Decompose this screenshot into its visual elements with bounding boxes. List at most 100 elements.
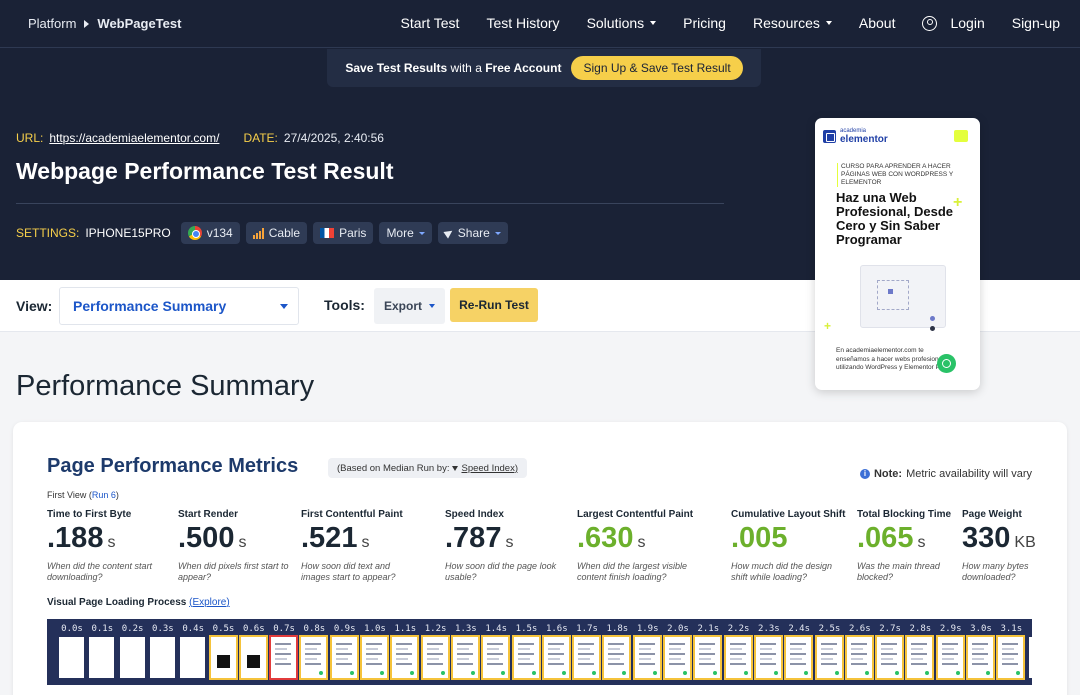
filmstrip-frame[interactable]: 0.5s xyxy=(208,619,239,685)
availability-note: i Note: Metric availability will vary xyxy=(859,468,1032,480)
nav-about[interactable]: About xyxy=(859,15,896,31)
filmstrip-frame[interactable]: 2.0s xyxy=(663,619,693,685)
frame-time: 3.0s xyxy=(970,624,992,634)
user-icon[interactable] xyxy=(922,15,938,31)
filmstrip-frame[interactable]: 1.4s xyxy=(481,619,511,685)
frame-dot xyxy=(652,671,657,675)
ad-card[interactable]: academia elementor CURSO PARA APRENDER A … xyxy=(815,118,980,390)
nav-login[interactable]: Login xyxy=(950,15,984,31)
filmstrip-frame[interactable]: 0.1s xyxy=(87,619,117,685)
frame-time: 2.1s xyxy=(697,624,720,634)
filmstrip-frame[interactable]: 2.8s xyxy=(905,619,935,685)
filmstrip-frame[interactable]: 0.7s xyxy=(269,619,299,685)
filmstrip-frame[interactable]: 0.8s xyxy=(299,619,329,685)
frame-line xyxy=(578,648,591,650)
settings-label: SETTINGS: xyxy=(16,226,80,240)
frame-block xyxy=(246,655,260,668)
filmstrip-frame[interactable]: 2.2s xyxy=(723,619,754,685)
filmstrip-frame[interactable]: 2.5s xyxy=(814,619,845,685)
frame-dot xyxy=(864,671,869,675)
explore-link[interactable]: Explore xyxy=(192,597,226,608)
frame-time: 1.5s xyxy=(515,624,538,634)
frame-line xyxy=(547,653,564,655)
academia-logo-icon xyxy=(823,130,836,143)
filmstrip-frame[interactable]: 2.7s xyxy=(875,619,905,685)
frame-time: 0.6s xyxy=(242,624,265,634)
metric-value: .065 s xyxy=(857,522,926,554)
connection-chip: Cable xyxy=(245,222,308,244)
decor-dot xyxy=(930,326,935,331)
first-view-label: First View (Run 6) xyxy=(47,490,119,500)
frame-line xyxy=(426,648,439,650)
more-button[interactable]: More xyxy=(379,222,432,244)
nav-start-test[interactable]: Start Test xyxy=(401,15,460,31)
filmstrip-frame[interactable]: 2.6s xyxy=(844,619,875,685)
frame-line xyxy=(699,658,712,660)
nav-resources-label: Resources xyxy=(752,15,820,31)
nav-solutions[interactable]: Solutions xyxy=(587,15,657,31)
filmstrip-frame[interactable]: 2.4s xyxy=(784,619,814,685)
filmstrip-frame[interactable]: 0.9s xyxy=(329,619,360,685)
filmstrip-frame[interactable]: 1.9s xyxy=(632,619,663,685)
filmstrip-frame[interactable]: 1.1s xyxy=(390,619,420,685)
frame-time: 1.9s xyxy=(636,624,659,634)
filmstrip-frame[interactable]: 0.4s xyxy=(178,619,208,685)
filmstrip-frame[interactable]: 0.2s xyxy=(118,619,148,685)
nav-pricing[interactable]: Pricing xyxy=(683,15,726,31)
view-select[interactable]: Performance Summary xyxy=(59,287,299,325)
frame-line xyxy=(305,658,318,660)
filmstrip-frame[interactable]: 2.1s xyxy=(693,619,723,685)
frame-line xyxy=(335,643,352,645)
frame-line xyxy=(335,663,352,665)
frame-time: 2.0s xyxy=(667,624,689,634)
metric-description: Was the main thread blocked? xyxy=(857,561,940,582)
metric-name: First Contentful Paint xyxy=(301,509,403,520)
filmstrip-frame[interactable]: 2.9s xyxy=(935,619,966,685)
filmstrip-frame[interactable]: 1.3s xyxy=(450,619,481,685)
frame-line xyxy=(517,653,534,655)
export-button[interactable]: Export xyxy=(374,288,445,324)
result-meta: URL: https://academiaelementor.com/ DATE… xyxy=(16,131,384,145)
frame-line xyxy=(547,663,564,665)
filmstrip-frame[interactable]: 0.3s xyxy=(148,619,178,685)
filmstrip-frame[interactable]: 0.6s xyxy=(238,619,269,685)
nav-test-history[interactable]: Test History xyxy=(486,15,559,31)
test-date: 27/4/2025, 2:40:56 xyxy=(283,131,384,145)
share-button[interactable]: Share xyxy=(437,222,508,244)
median-run-selector[interactable]: (Based on Median Run by: Speed Index) xyxy=(328,458,527,478)
frame-time: 1.0s xyxy=(364,624,386,634)
ad-logo: academia elementor xyxy=(823,128,888,145)
metric-description: When did the largest visible content fin… xyxy=(577,561,688,582)
filmstrip-frame[interactable]: 1.5s xyxy=(511,619,542,685)
filmstrip-frame[interactable]: 1.7s xyxy=(572,619,602,685)
filmstrip-frame[interactable]: 1.0s xyxy=(360,619,390,685)
filmstrip-frame[interactable]: 1.6s xyxy=(541,619,572,685)
send-icon xyxy=(443,227,455,239)
hamburger-menu-icon xyxy=(954,130,968,142)
metric-value: .787 s xyxy=(445,522,514,554)
filmstrip-frame[interactable]: 1.8s xyxy=(602,619,632,685)
test-location: Paris xyxy=(339,226,367,240)
filmstrip-frame[interactable]: 1.2s xyxy=(420,619,451,685)
ad-headline: Haz una Web Profesional, Desde Cero y Si… xyxy=(836,190,954,247)
median-metric-link[interactable]: Speed Index) xyxy=(461,463,518,474)
frame-line xyxy=(456,648,469,650)
filmstrip-frame[interactable]: 3.1s xyxy=(996,619,1026,685)
metric-name: Cumulative Layout Shift xyxy=(731,509,846,520)
filmstrip-frame[interactable]: 2.3s xyxy=(753,619,784,685)
run-link[interactable]: Run 6 xyxy=(92,490,116,500)
frame-line xyxy=(638,648,651,650)
nav-signup[interactable]: Sign-up xyxy=(1012,15,1060,31)
signup-save-button[interactable]: Sign Up & Save Test Result xyxy=(571,56,743,80)
filmstrip-frame[interactable]: 0.0s xyxy=(57,619,87,685)
nav-resources[interactable]: Resources xyxy=(753,15,832,31)
tested-url-link[interactable]: https://academiaelementor.com/ xyxy=(49,131,219,145)
filmstrip[interactable]: 0.0s 0.1s 0.2s 0.3s 0.4s 0.5s 0.6s 0.7s 0.8s 0.9s… xyxy=(47,619,1032,685)
frame-line xyxy=(275,643,292,645)
whatsapp-icon[interactable] xyxy=(937,354,956,373)
breadcrumb-platform[interactable]: Platform xyxy=(28,16,76,31)
filmstrip-frame[interactable]: 3.0s xyxy=(966,619,996,685)
metric-value: .005 xyxy=(731,522,788,554)
breadcrumb-webpagetest[interactable]: WebPageTest xyxy=(97,16,181,31)
rerun-test-button[interactable]: Re-Run Test xyxy=(450,288,538,322)
